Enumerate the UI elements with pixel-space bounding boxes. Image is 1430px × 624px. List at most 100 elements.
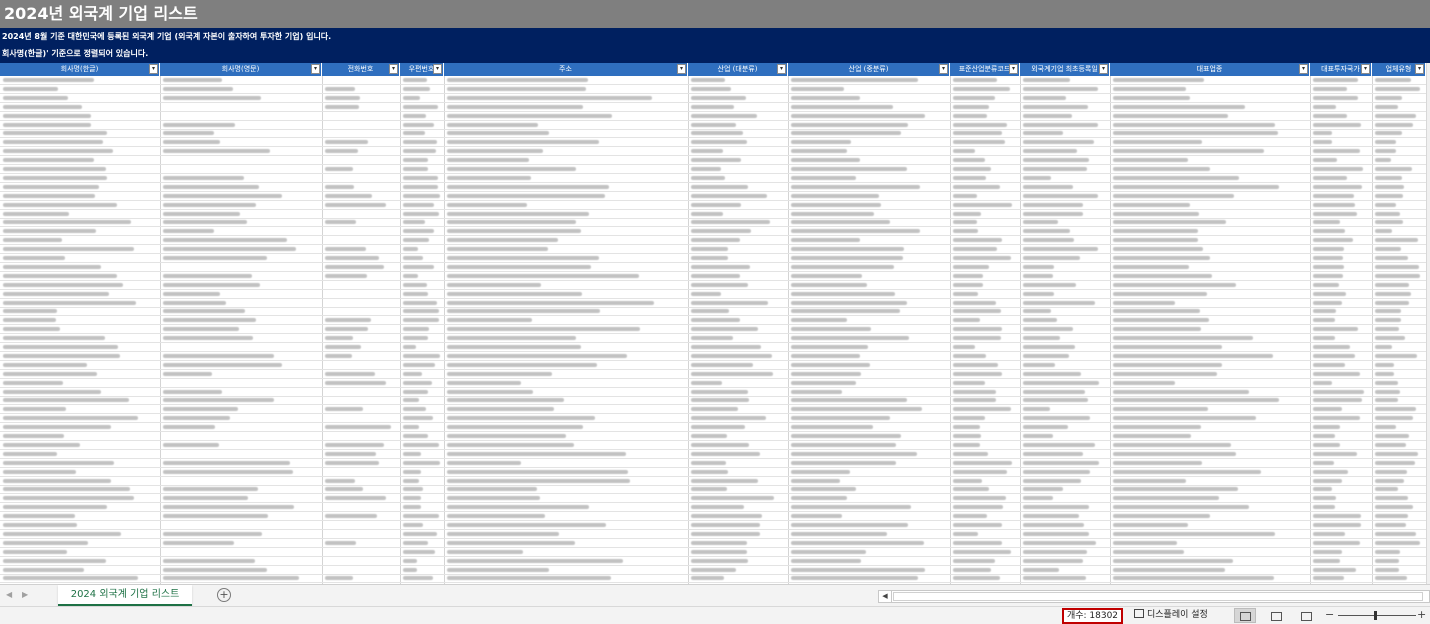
display-settings-button[interactable]: 디스플레이 설정 [1134, 609, 1208, 622]
filter-dropdown-icon[interactable]: ▾ [939, 64, 948, 74]
horizontal-scrollbar[interactable]: ◀ [878, 590, 1430, 603]
blurred-cell-content [1375, 407, 1416, 411]
blurred-cell-content [1375, 167, 1412, 171]
blurred-cell-content [1375, 487, 1398, 491]
row-gridline [0, 218, 1426, 219]
blurred-cell-content [691, 78, 725, 82]
filter-dropdown-icon[interactable]: ▾ [1009, 64, 1018, 74]
blurred-cell-content [1313, 301, 1342, 305]
blurred-cell-content [447, 550, 523, 554]
blurred-cell-content [1375, 363, 1394, 367]
chevron-right-icon[interactable]: ▶ [22, 590, 28, 599]
blurred-cell-content [1113, 87, 1186, 91]
filter-dropdown-icon[interactable]: ▾ [677, 64, 686, 74]
blurred-cell-content [163, 514, 268, 518]
blurred-cell-content [325, 425, 391, 429]
row-gridline [0, 360, 1426, 361]
zoom-slider[interactable] [1338, 615, 1416, 616]
blurred-cell-content [953, 194, 977, 198]
sheet-tab-active[interactable]: 2024 외국계 기업 리스트 [58, 585, 192, 606]
blurred-cell-content [691, 514, 762, 518]
normal-view-icon[interactable] [1234, 608, 1256, 623]
blurred-cell-content [3, 238, 62, 242]
blurred-cell-content [953, 149, 975, 153]
blurred-cell-content [1313, 123, 1361, 127]
blurred-cell-content [1375, 345, 1392, 349]
status-bar: 개수: 18302 디스플레이 설정 − + [0, 606, 1430, 624]
blurred-cell-content [791, 461, 896, 465]
filter-dropdown-icon[interactable]: ▾ [1415, 64, 1424, 74]
col-header-industry-code[interactable]: 표준산업분류코드 ▾ [950, 63, 1020, 76]
col-header-company-en[interactable]: 회사명(영문) ▾ [160, 63, 322, 76]
filter-dropdown-icon[interactable]: ▾ [389, 64, 398, 74]
col-header-first-registered[interactable]: 외국계기업 최초등록일 ▾ [1020, 63, 1110, 76]
vertical-scrollbar[interactable] [1426, 63, 1430, 584]
col-header-phone[interactable]: 전화번호 ▾ [322, 63, 400, 76]
blurred-cell-content [447, 470, 628, 474]
row-gridline [0, 574, 1426, 575]
scroll-thumb[interactable] [893, 592, 1423, 601]
col-header-industry-major[interactable]: 산업 (대분류) ▾ [688, 63, 788, 76]
blurred-cell-content [163, 194, 282, 198]
scroll-left-icon[interactable]: ◀ [879, 591, 892, 602]
col-header-label: 회사명(영문) [221, 65, 260, 73]
blurred-cell-content [791, 327, 871, 331]
plus-icon[interactable]: + [217, 588, 231, 602]
blurred-cell-content [403, 381, 432, 385]
col-header-investor-country[interactable]: 대표투자국가 ▾ [1310, 63, 1372, 76]
filter-dropdown-icon[interactable]: ▾ [149, 64, 158, 74]
blurred-cell-content [1113, 212, 1199, 216]
blurred-cell-content [691, 434, 727, 438]
blurred-cell-content [791, 318, 847, 322]
zoom-in-button[interactable]: + [1417, 608, 1426, 621]
col-header-address[interactable]: 주소 ▾ [444, 63, 688, 76]
blurred-cell-content [691, 96, 746, 100]
blurred-cell-content [447, 318, 532, 322]
filter-dropdown-icon[interactable]: ▾ [777, 64, 786, 74]
filter-dropdown-icon[interactable]: ▾ [1099, 64, 1108, 74]
row-gridline [0, 226, 1426, 227]
col-header-main-business[interactable]: 대표업종 ▾ [1110, 63, 1310, 76]
blurred-cell-content [953, 345, 975, 349]
blurred-cell-content [691, 532, 760, 536]
column-header-row: 회사명(한글) ▾ 회사명(영문) ▾ 전화번호 ▾ 우편번호 ▾ 주소 ▾ 산… [0, 63, 1430, 76]
blurred-cell-content [447, 487, 537, 491]
blurred-cell-content [403, 407, 426, 411]
col-header-zip[interactable]: 우편번호 ▾ [400, 63, 444, 76]
blurred-cell-content [1375, 532, 1416, 536]
blurred-cell-content [791, 559, 861, 563]
zoom-out-button[interactable]: − [1325, 608, 1334, 621]
blurred-cell-content [1113, 550, 1184, 554]
data-grid[interactable] [0, 76, 1426, 584]
zoom-slider-thumb[interactable] [1374, 611, 1377, 620]
blurred-cell-content [791, 256, 903, 260]
blurred-cell-content [691, 194, 767, 198]
blurred-cell-content [1113, 167, 1210, 171]
chevron-left-icon[interactable]: ◀ [6, 590, 12, 599]
filter-dropdown-icon[interactable]: ▾ [1361, 64, 1370, 74]
blurred-cell-content [447, 576, 611, 580]
blurred-cell-content [1113, 336, 1253, 340]
blurred-cell-content [791, 479, 840, 483]
blurred-cell-content [3, 194, 95, 198]
blurred-cell-content [447, 176, 531, 180]
col-header-company-type[interactable]: 업체유형 ▾ [1372, 63, 1426, 76]
blurred-cell-content [1023, 265, 1054, 269]
blurred-cell-content [403, 203, 434, 207]
page-layout-icon[interactable] [1265, 608, 1287, 623]
row-gridline [0, 431, 1426, 432]
blurred-cell-content [1313, 220, 1340, 224]
filter-dropdown-icon[interactable]: ▾ [311, 64, 320, 74]
blurred-cell-content [1023, 114, 1072, 118]
blurred-cell-content [1023, 185, 1073, 189]
blurred-cell-content [791, 220, 890, 224]
page-break-preview-icon[interactable] [1295, 608, 1317, 623]
row-gridline [0, 182, 1426, 183]
filter-dropdown-icon[interactable]: ▾ [1299, 64, 1308, 74]
blurred-cell-content [1113, 470, 1261, 474]
blurred-cell-content [1113, 576, 1274, 580]
filter-dropdown-icon[interactable]: ▾ [433, 64, 442, 74]
col-header-company-kr[interactable]: 회사명(한글) ▾ [0, 63, 160, 76]
col-header-industry-mid[interactable]: 산업 (중분류) ▾ [788, 63, 950, 76]
blurred-cell-content [1375, 541, 1420, 545]
